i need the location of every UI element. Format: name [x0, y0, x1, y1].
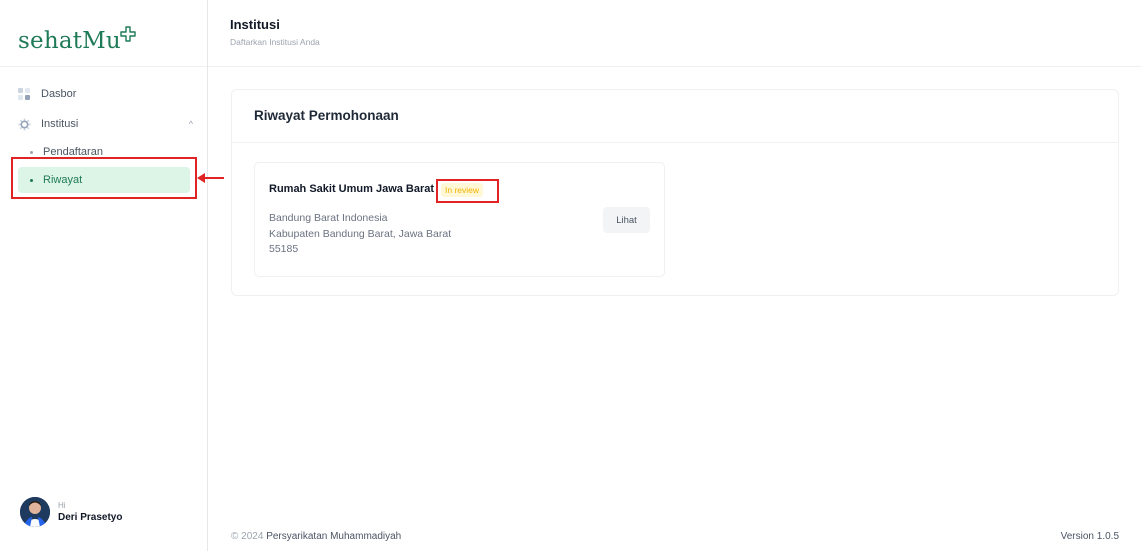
- card-title: Riwayat Permohonaan: [254, 108, 399, 123]
- annotation-highlight-riwayat: [11, 157, 197, 199]
- gear-icon: [18, 118, 31, 130]
- app-version: Version 1.0.5: [1060, 531, 1119, 542]
- app-root: sehatMu Dasbor Institusi ^ Pendaftaran R…: [0, 0, 1141, 551]
- application-item: Rumah Sakit Umum Jawa Barat In review Ba…: [254, 162, 665, 277]
- institution-name: Rumah Sakit Umum Jawa Barat: [269, 183, 435, 195]
- sidebar-item-institusi[interactable]: Institusi ^: [18, 114, 193, 134]
- postal-code: 55185: [269, 243, 299, 255]
- avatar-image-icon: [20, 497, 50, 527]
- sidebar-item-dasbor[interactable]: Dasbor: [18, 84, 76, 104]
- page-header: Institusi Daftarkan Institusi Anda: [208, 0, 1141, 67]
- logo-text: sehatMu: [18, 28, 121, 54]
- sidebar-divider: [0, 66, 207, 67]
- address-line-2: Kabupaten Bandung Barat, Jawa Barat: [269, 228, 452, 240]
- address-line-1: Bandung Barat Indonesia: [269, 212, 388, 224]
- sidebar-item-label: Dasbor: [41, 88, 77, 100]
- annotation-highlight-status: [436, 179, 499, 203]
- logo[interactable]: sehatMu: [18, 18, 136, 54]
- sidebar-item-label: Institusi: [41, 118, 79, 130]
- user-greeting: Hi: [58, 501, 66, 510]
- copyright-year: 2024: [241, 531, 264, 542]
- sidebar: sehatMu Dasbor Institusi ^ Pendaftaran R…: [0, 0, 208, 551]
- history-card: Riwayat Permohonaan Rumah Sakit Umum Jaw…: [231, 89, 1119, 296]
- grid-icon: [18, 87, 30, 100]
- card-divider: [232, 142, 1118, 143]
- avatar[interactable]: [20, 497, 50, 527]
- copyright-org: Persyarikatan Muhammadiyah: [266, 531, 402, 542]
- view-button[interactable]: Lihat: [603, 207, 650, 233]
- chevron-up-icon[interactable]: ^: [189, 119, 193, 129]
- annotation-arrow-icon: [197, 173, 224, 183]
- page-subtitle: Daftarkan Institusi Anda: [230, 37, 320, 47]
- bullet-icon: [30, 150, 33, 154]
- copyright-symbol: ©: [231, 531, 239, 542]
- user-info: Hi Deri Prasetyo: [58, 501, 122, 523]
- user-name: Deri Prasetyo: [58, 512, 123, 523]
- page-title: Institusi: [230, 17, 280, 32]
- footer-copyright: © 2024 Persyarikatan Muhammadiyah: [231, 531, 401, 542]
- user-profile[interactable]: Hi Deri Prasetyo: [20, 497, 122, 527]
- cross-logo-icon: [120, 26, 136, 42]
